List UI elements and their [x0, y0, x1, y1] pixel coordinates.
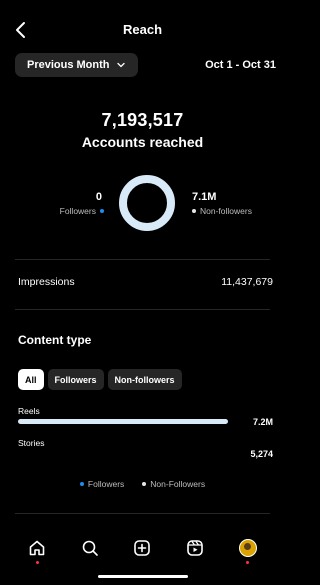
non-followers-dot-icon [192, 209, 196, 213]
reels-bar [18, 419, 228, 424]
non-followers-legend: Non-followers [192, 206, 252, 216]
divider [15, 309, 270, 310]
stories-label: Stories [18, 438, 45, 448]
bottom-nav [3, 533, 282, 564]
date-range: Oct 1 - Oct 31 [205, 59, 276, 71]
non-followers-count: 7.1M [192, 191, 217, 203]
stories-value: 5,274 [250, 449, 273, 459]
content-type-filters: All Followers Non-followers [18, 369, 182, 390]
period-dropdown[interactable]: Previous Month [15, 53, 138, 77]
accounts-reached-count: 7,193,517 [101, 110, 184, 130]
non-followers-label: Non-followers [200, 206, 252, 216]
reels-bar-fill [18, 419, 228, 424]
nav-home[interactable] [26, 537, 48, 564]
impressions-label: Impressions [18, 276, 75, 288]
legend-followers: Followers [79, 479, 125, 489]
nav-search[interactable] [79, 537, 101, 559]
legend-followers-label: Followers [87, 479, 125, 489]
search-icon [82, 540, 98, 556]
page-title: Reach [122, 22, 163, 37]
notification-dot [246, 561, 250, 564]
create-icon [134, 540, 151, 556]
legend-non-followers-dot-icon [142, 482, 147, 486]
legend-non-followers: Non-Followers [142, 479, 205, 489]
chip-followers[interactable]: Followers [47, 369, 104, 390]
chip-all[interactable]: All [18, 369, 44, 390]
nav-reels[interactable] [184, 537, 206, 559]
home-icon [29, 540, 45, 556]
reach-screen: Reach Previous Month Oct 1 - Oct 31 7,19… [3, 3, 282, 582]
followers-legend: Followers [60, 206, 104, 216]
followers-count: 0 [95, 191, 102, 203]
reels-value: 7.2M [252, 417, 273, 427]
notification-dot [35, 561, 39, 564]
followers-label: Followers [59, 206, 96, 216]
home-indicator [98, 575, 188, 578]
header: Reach [3, 3, 282, 55]
accounts-reached-label: Accounts reached [81, 134, 204, 150]
content-type-legend: Followers Non-Followers [3, 479, 282, 489]
divider [15, 259, 270, 260]
chevron-down-icon [116, 62, 125, 68]
avatar [238, 539, 257, 557]
legend-non-followers-label: Non-Followers [150, 479, 206, 489]
period-label: Previous Month [27, 59, 110, 71]
reels-icon [187, 540, 203, 556]
reels-label: Reels [18, 406, 40, 416]
followers-dot-icon [100, 209, 104, 213]
legend-followers-dot-icon [79, 482, 84, 486]
impressions-value: 11,437,679 [221, 276, 273, 288]
divider [15, 513, 270, 514]
nav-create[interactable] [131, 537, 153, 559]
nav-profile[interactable] [237, 537, 259, 564]
chip-non-followers[interactable]: Non-followers [107, 369, 182, 390]
reach-donut-chart [119, 175, 175, 231]
content-type-title: Content type [18, 333, 92, 347]
